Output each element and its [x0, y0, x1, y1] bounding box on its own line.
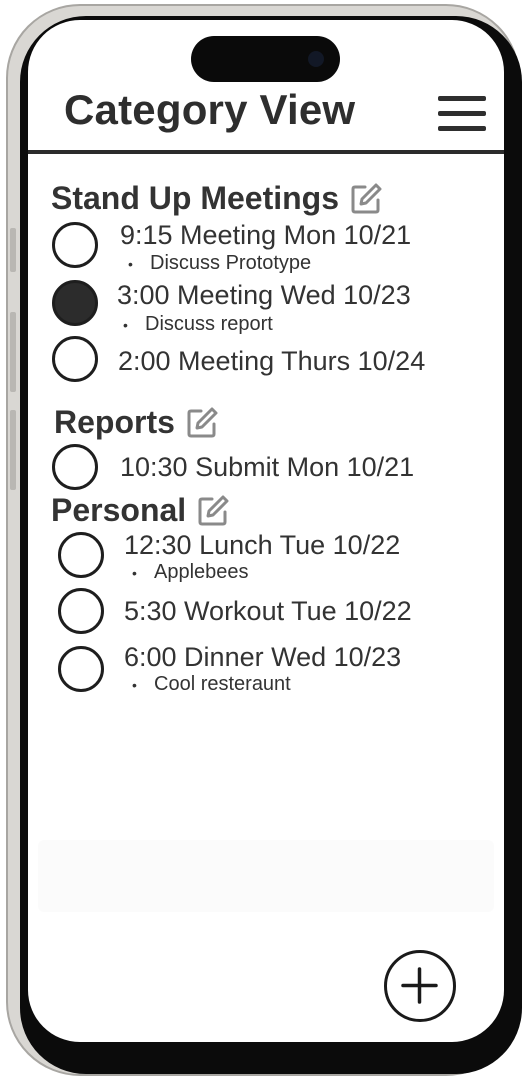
- dynamic-island: [191, 36, 340, 82]
- task-checkbox-completed[interactable]: [52, 280, 98, 326]
- edit-icon[interactable]: [349, 182, 383, 216]
- task-row[interactable]: 3:00 Meeting Wed 10/23 • Discuss report: [28, 280, 504, 340]
- task-checkbox[interactable]: [58, 588, 104, 634]
- category-label: Personal: [51, 492, 187, 528]
- category-title-reports: Reports: [54, 404, 219, 441]
- task-title: 3:00 Meeting Wed 10/23: [117, 280, 411, 310]
- add-task-button[interactable]: [384, 950, 456, 1022]
- header-divider: [28, 150, 504, 154]
- task-title: 5:30 Workout Tue 10/22: [124, 596, 412, 626]
- task-checkbox[interactable]: [52, 444, 98, 490]
- task-note: • Discuss report: [123, 313, 273, 335]
- edit-icon[interactable]: [196, 494, 230, 528]
- phone-screen: Category View Stand Up Meetings 9:15 Mee…: [28, 20, 504, 1042]
- camera-icon: [308, 51, 324, 67]
- category-title-stand-up-meetings: Stand Up Meetings: [51, 180, 383, 217]
- action-button: [10, 228, 16, 272]
- category-title-personal: Personal: [51, 492, 230, 529]
- task-title: 2:00 Meeting Thurs 10/24: [118, 346, 426, 376]
- category-label: Reports: [54, 404, 175, 440]
- task-checkbox[interactable]: [52, 222, 98, 268]
- task-row[interactable]: 6:00 Dinner Wed 10/23 • Cool resteraunt: [28, 642, 504, 702]
- task-title: 9:15 Meeting Mon 10/21: [120, 220, 412, 250]
- hamburger-menu-icon[interactable]: [438, 96, 486, 132]
- plus-icon: [401, 967, 438, 1004]
- task-note: • Cool resteraunt: [132, 673, 291, 695]
- category-label: Stand Up Meetings: [51, 180, 340, 216]
- faded-overlay: [38, 840, 494, 912]
- volume-down-button: [10, 410, 16, 490]
- task-title: 6:00 Dinner Wed 10/23: [124, 642, 402, 672]
- task-checkbox[interactable]: [58, 532, 104, 578]
- task-title: 12:30 Lunch Tue 10/22: [124, 530, 401, 560]
- edit-icon[interactable]: [185, 406, 219, 440]
- page-title: Category View: [64, 86, 356, 133]
- task-checkbox[interactable]: [52, 336, 98, 382]
- task-row[interactable]: 9:15 Meeting Mon 10/21 • Discuss Prototyp…: [28, 220, 504, 280]
- volume-up-button: [10, 312, 16, 392]
- task-title: 10:30 Submit Mon 10/21: [120, 452, 415, 482]
- task-note: • Discuss Prototype: [128, 252, 312, 274]
- task-row[interactable]: 5:30 Workout Tue 10/22: [28, 588, 504, 648]
- task-checkbox[interactable]: [58, 646, 104, 692]
- task-note: • Applebees: [132, 561, 249, 583]
- task-row[interactable]: 2:00 Meeting Thurs 10/24: [28, 336, 504, 396]
- task-row[interactable]: 12:30 Lunch Tue 10/22 • Applebees: [28, 530, 504, 590]
